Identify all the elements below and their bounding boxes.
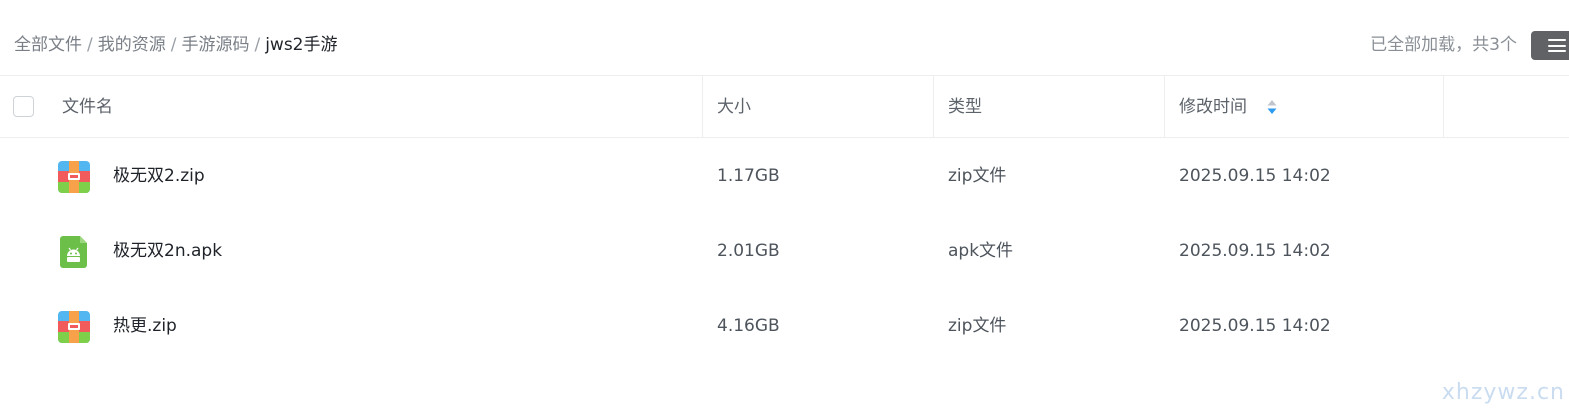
column-header-name[interactable]: 文件名 [62, 76, 113, 138]
table-row[interactable]: 热更.zip 4.16GB zip文件 2025.09.15 14:02 [0, 289, 1569, 364]
zip-archive-icon [58, 311, 90, 343]
column-divider [1443, 76, 1444, 138]
file-size: 1.17GB [717, 166, 780, 186]
file-name[interactable]: 极无双2n.apk [113, 214, 222, 289]
file-type: apk文件 [948, 241, 1014, 261]
breadcrumb-separator: / [254, 35, 261, 55]
file-name[interactable]: 极无双2.zip [113, 139, 205, 214]
breadcrumb-mobile-game-source[interactable]: 手游源码 [181, 35, 249, 55]
zip-archive-icon [58, 161, 90, 193]
toolbar: 全部文件 / 我的资源 / 手游源码 / jws2手游 已全部加载，共3个 [0, 0, 1569, 76]
file-size: 4.16GB [717, 316, 780, 336]
sort-icon[interactable] [1265, 97, 1279, 117]
file-modified-time: 2025.09.15 14:02 [1179, 166, 1331, 186]
table-row[interactable]: 极无双2.zip 1.17GB zip文件 2025.09.15 14:02 [0, 139, 1569, 214]
file-modified-time: 2025.09.15 14:02 [1179, 316, 1331, 336]
file-type: zip文件 [948, 166, 1007, 186]
column-header-size[interactable]: 大小 [717, 76, 751, 138]
file-name[interactable]: 热更.zip [113, 289, 177, 364]
select-all-checkbox[interactable] [13, 96, 34, 117]
breadcrumb: 全部文件 / 我的资源 / 手游源码 / jws2手游 [14, 33, 338, 57]
watermark: xhzywz.cn [1441, 380, 1565, 405]
table-header: 文件名 大小 类型 修改时间 [0, 76, 1569, 138]
breadcrumb-my-resources[interactable]: 我的资源 [98, 35, 166, 55]
breadcrumb-current-folder: jws2手游 [265, 35, 338, 55]
column-header-modified[interactable]: 修改时间 [1179, 76, 1247, 138]
table-row[interactable]: 极无双2n.apk 2.01GB apk文件 2025.09.15 14:02 [0, 214, 1569, 289]
view-menu-button[interactable] [1531, 31, 1569, 60]
breadcrumb-separator: / [170, 35, 177, 55]
file-type: zip文件 [948, 316, 1007, 336]
android-apk-icon [60, 236, 87, 268]
breadcrumb-separator: / [87, 35, 93, 55]
breadcrumb-all-files[interactable]: 全部文件 [14, 35, 82, 55]
load-status-text: 已全部加载，共3个 [1370, 35, 1517, 55]
column-divider [702, 76, 703, 138]
column-header-type[interactable]: 类型 [948, 76, 982, 138]
column-divider [1164, 76, 1165, 138]
hamburger-icon [1548, 39, 1566, 52]
file-size: 2.01GB [717, 241, 780, 261]
file-modified-time: 2025.09.15 14:02 [1179, 241, 1331, 261]
column-divider [933, 76, 934, 138]
